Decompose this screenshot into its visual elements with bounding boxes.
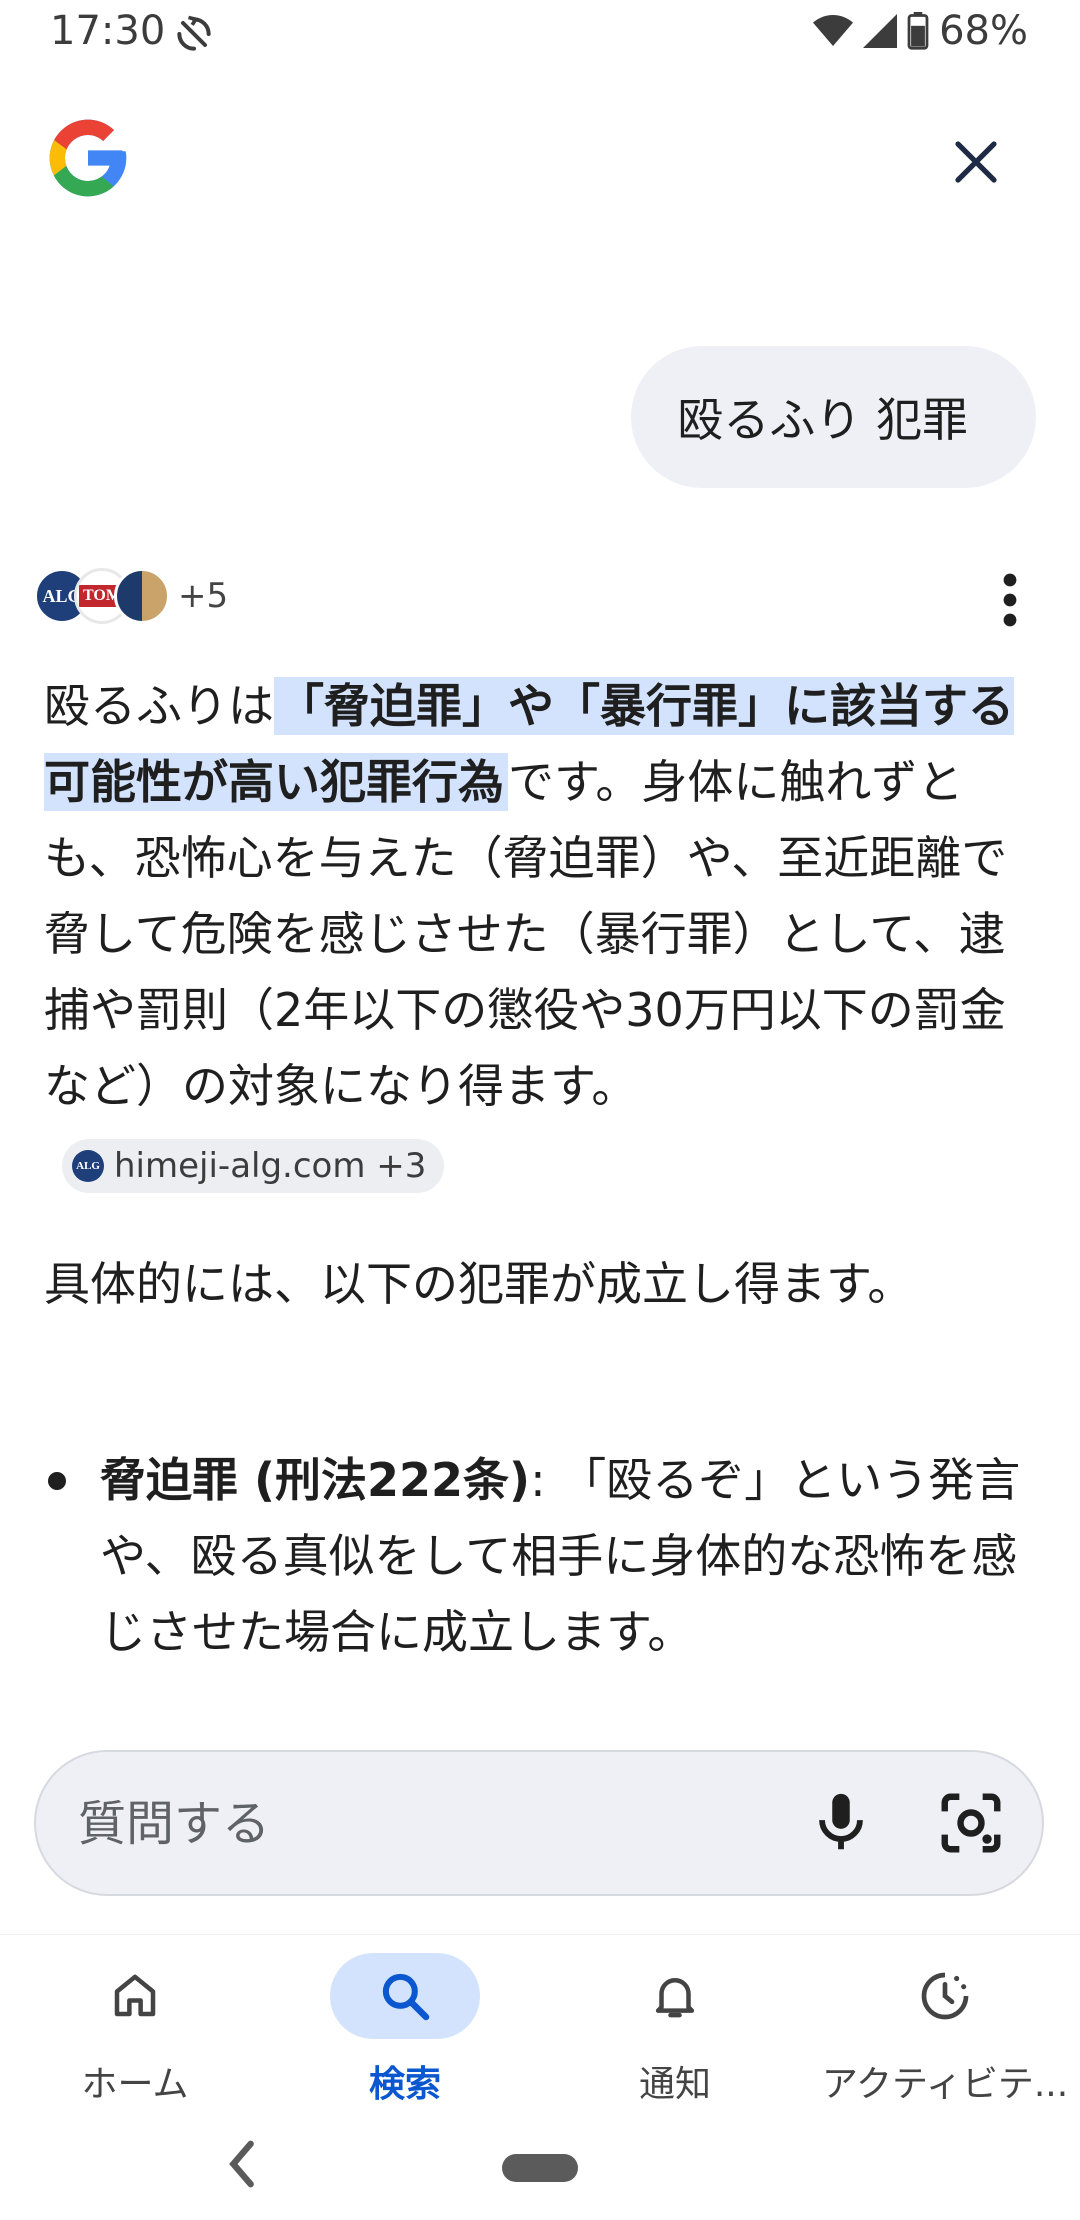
nav-search-label: 検索 — [368, 2064, 441, 2105]
back-chevron-icon[interactable] — [222, 2138, 262, 2190]
status-bar: 17:30 68% — [0, 0, 1080, 64]
lens-camera-icon[interactable] — [936, 1788, 1006, 1858]
activity-icon — [921, 1972, 969, 2020]
bottom-navigation: ホーム 検索 通知 アクティビテ... — [0, 1934, 1080, 2115]
bell-icon-wrap — [600, 1953, 750, 2039]
nav-activity-label: アクティビテ... — [821, 2064, 1069, 2105]
sources-more-count: +5 — [178, 576, 229, 616]
nav-home[interactable]: ホーム — [0, 1935, 270, 2115]
status-right: 68% — [813, 8, 1028, 54]
sources-row[interactable]: ALG TOM +5 — [34, 566, 228, 626]
more-options-icon[interactable] — [990, 572, 1030, 628]
nav-home-label: ホーム — [81, 2064, 189, 2105]
battery-percent: 68% — [939, 8, 1028, 54]
source-logo-3 — [114, 568, 170, 624]
signal-icon — [863, 14, 898, 48]
ask-input[interactable] — [76, 1752, 780, 1896]
answer-paragraph-1: 殴るふりは「脅迫罪」や「暴行罪」に該当する可能性が高い犯罪行為です。身体に触れず… — [44, 668, 1034, 1200]
close-icon — [955, 141, 997, 183]
bell-icon — [655, 1978, 695, 2018]
header — [0, 100, 1080, 230]
wifi-icon — [813, 15, 854, 46]
citation-label: himeji-alg.com +3 — [114, 1145, 427, 1186]
system-navigation — [0, 2114, 1080, 2220]
citation-source-icon: ALG — [72, 1149, 104, 1182]
status-time: 17:30 — [50, 8, 166, 54]
google-logo-icon — [49, 119, 127, 197]
search-icon — [382, 1973, 430, 2021]
sync-off-icon — [177, 15, 211, 51]
nav-search[interactable]: 検索 — [270, 1935, 540, 2115]
search-icon-wrap — [330, 1953, 480, 2039]
answer-bullet-list: 脅迫罪 (刑法222条): 「殴るぞ」という発言や、殴る真似をして相手に身体的な… — [44, 1442, 1034, 1670]
close-button[interactable] — [940, 126, 1012, 198]
ask-bar — [34, 1750, 1044, 1896]
battery-icon — [907, 12, 929, 50]
home-gesture-pill[interactable] — [502, 2154, 578, 2182]
bullet-separator: : — [530, 1453, 561, 1507]
home-icon — [114, 1974, 156, 2017]
activity-icon-wrap — [870, 1953, 1020, 2039]
answer-paragraph-2: 具体的には、以下の犯罪が成立し得ます。 — [44, 1257, 914, 1311]
bullet-term: 脅迫罪 (刑法222条) — [100, 1453, 531, 1507]
query-bubble: 殴るふり 犯罪 — [631, 346, 1036, 488]
citation-chip[interactable]: ALG himeji-alg.com +3 — [62, 1138, 445, 1193]
home-icon-wrap — [60, 1953, 210, 2039]
nav-activity[interactable]: アクティビテ... — [810, 1935, 1080, 2115]
list-item: 脅迫罪 (刑法222条): 「殴るぞ」という発言や、殴る真似をして相手に身体的な… — [44, 1442, 1034, 1670]
nav-notifications[interactable]: 通知 — [540, 1935, 810, 2115]
nav-notifications-label: 通知 — [638, 2064, 711, 2105]
answer-text-before: 殴るふりは — [44, 679, 274, 733]
mic-icon[interactable] — [806, 1788, 876, 1858]
ai-answer: 殴るふりは「脅迫罪」や「暴行罪」に該当する可能性が高い犯罪行為です。身体に触れず… — [44, 668, 1034, 1200]
